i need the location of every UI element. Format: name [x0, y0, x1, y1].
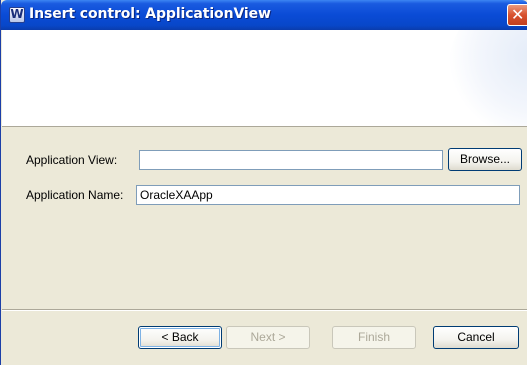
application-view-input[interactable]: [139, 150, 443, 170]
application-name-label: Application Name:: [26, 188, 124, 202]
cancel-button[interactable]: Cancel: [433, 326, 519, 349]
browse-button[interactable]: Browse...: [448, 148, 522, 171]
application-name-input[interactable]: OracleXAApp: [136, 185, 520, 205]
window-title: Insert control: ApplicationView: [29, 6, 271, 22]
header-banner: [2, 30, 527, 127]
application-view-label: Application View:: [26, 153, 118, 167]
weblogic-w-icon: W: [9, 7, 25, 23]
back-button[interactable]: < Back: [138, 326, 222, 349]
close-button[interactable]: ✕: [507, 4, 527, 26]
next-button[interactable]: Next >: [226, 326, 310, 349]
close-icon: ✕: [511, 5, 525, 24]
insert-control-dialog: W Insert control: ApplicationView ✕ Appl…: [0, 0, 527, 365]
finish-button[interactable]: Finish: [332, 326, 416, 349]
banner-decoration: [448, 30, 527, 126]
footer-separator: [2, 309, 527, 311]
title-bar[interactable]: W Insert control: ApplicationView ✕: [1, 0, 527, 30]
